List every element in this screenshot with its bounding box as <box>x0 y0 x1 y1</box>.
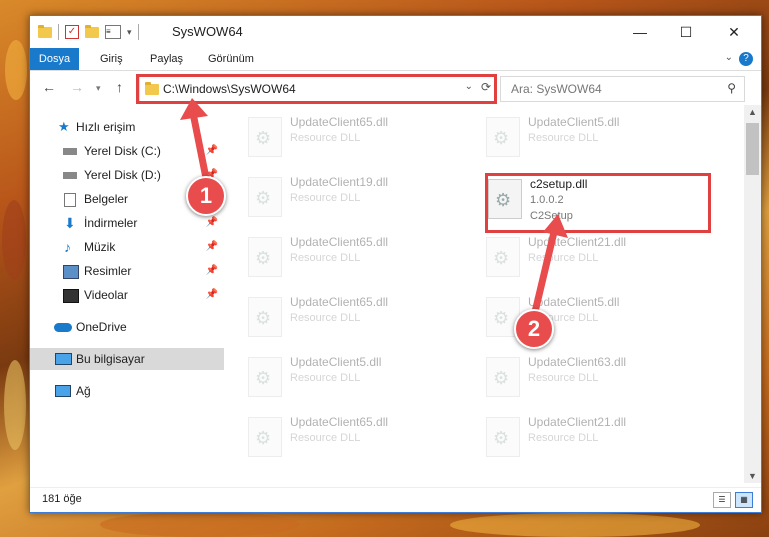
annotation-arrowhead-2 <box>543 214 568 238</box>
annotation-arrow-2 <box>531 224 559 316</box>
annotation-arrows <box>180 98 568 316</box>
annotation-arrow-1 <box>188 104 210 182</box>
annotation-arrowhead-1 <box>180 98 208 120</box>
annotation-badge-2: 2 <box>514 309 554 349</box>
annotation-badge-1: 1 <box>186 176 226 216</box>
